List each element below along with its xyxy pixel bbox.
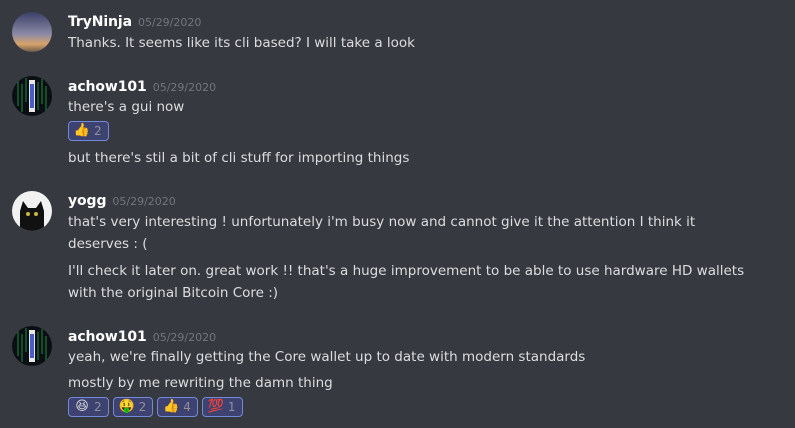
avatar[interactable] [12,191,52,231]
timestamp: 05/29/2020 [112,195,176,208]
reaction-count: 2 [138,400,147,414]
avatar[interactable] [12,76,52,116]
laughing-face-icon: 😆 [75,399,89,414]
hundred-points-icon: 💯 [207,399,225,414]
message-text: I'll check it later on. great work !! th… [68,263,745,301]
reaction-button[interactable]: 🤑 2 [112,397,154,417]
username[interactable]: achow101 [68,329,147,345]
message-header: TryNinja 05/29/2020 [68,10,201,32]
reaction-button[interactable]: 👍 4 [157,397,198,417]
message-text: but there's stil a bit of cli stuff for … [68,150,410,166]
timestamp: 05/29/2020 [152,81,217,94]
message-header: achow101 05/29/2020 [68,75,216,97]
message-text: yeah, we're finally getting the Core wal… [68,349,586,365]
username[interactable]: yogg [68,193,106,209]
username[interactable]: TryNinja [68,14,132,30]
avatar[interactable] [12,326,52,366]
reaction-button[interactable]: 💯 1 [201,397,243,417]
message-text: there's a gui now [68,99,185,115]
timestamp: 05/29/2020 [152,331,217,344]
thumbs-up-icon: 👍 [163,399,180,414]
message-text: that's very interesting ! unfortunately … [68,214,696,252]
reaction-count: 2 [94,124,102,138]
reaction-count: 2 [94,400,102,414]
message-header: yogg 05/29/2020 [68,189,176,211]
money-mouth-face-icon: 🤑 [118,399,135,414]
message-header: achow101 05/29/2020 [68,325,216,347]
thumbs-up-icon: 👍 [73,123,91,138]
reaction-button[interactable]: 👍 2 [68,121,109,141]
reaction-button[interactable]: 😆 2 [68,397,109,417]
message-text: Thanks. It seems like its cli based? I w… [68,35,415,51]
reaction-count: 4 [183,400,191,414]
reaction-count: 1 [227,400,236,414]
avatar[interactable] [12,12,52,52]
reactions: 👍 2 [68,121,109,141]
username[interactable]: achow101 [68,79,147,95]
reactions: 😆 2 🤑 2 👍 4 💯 1 [68,397,243,417]
timestamp: 05/29/2020 [137,16,202,29]
message-text: mostly by me rewriting the damn thing [68,375,333,391]
